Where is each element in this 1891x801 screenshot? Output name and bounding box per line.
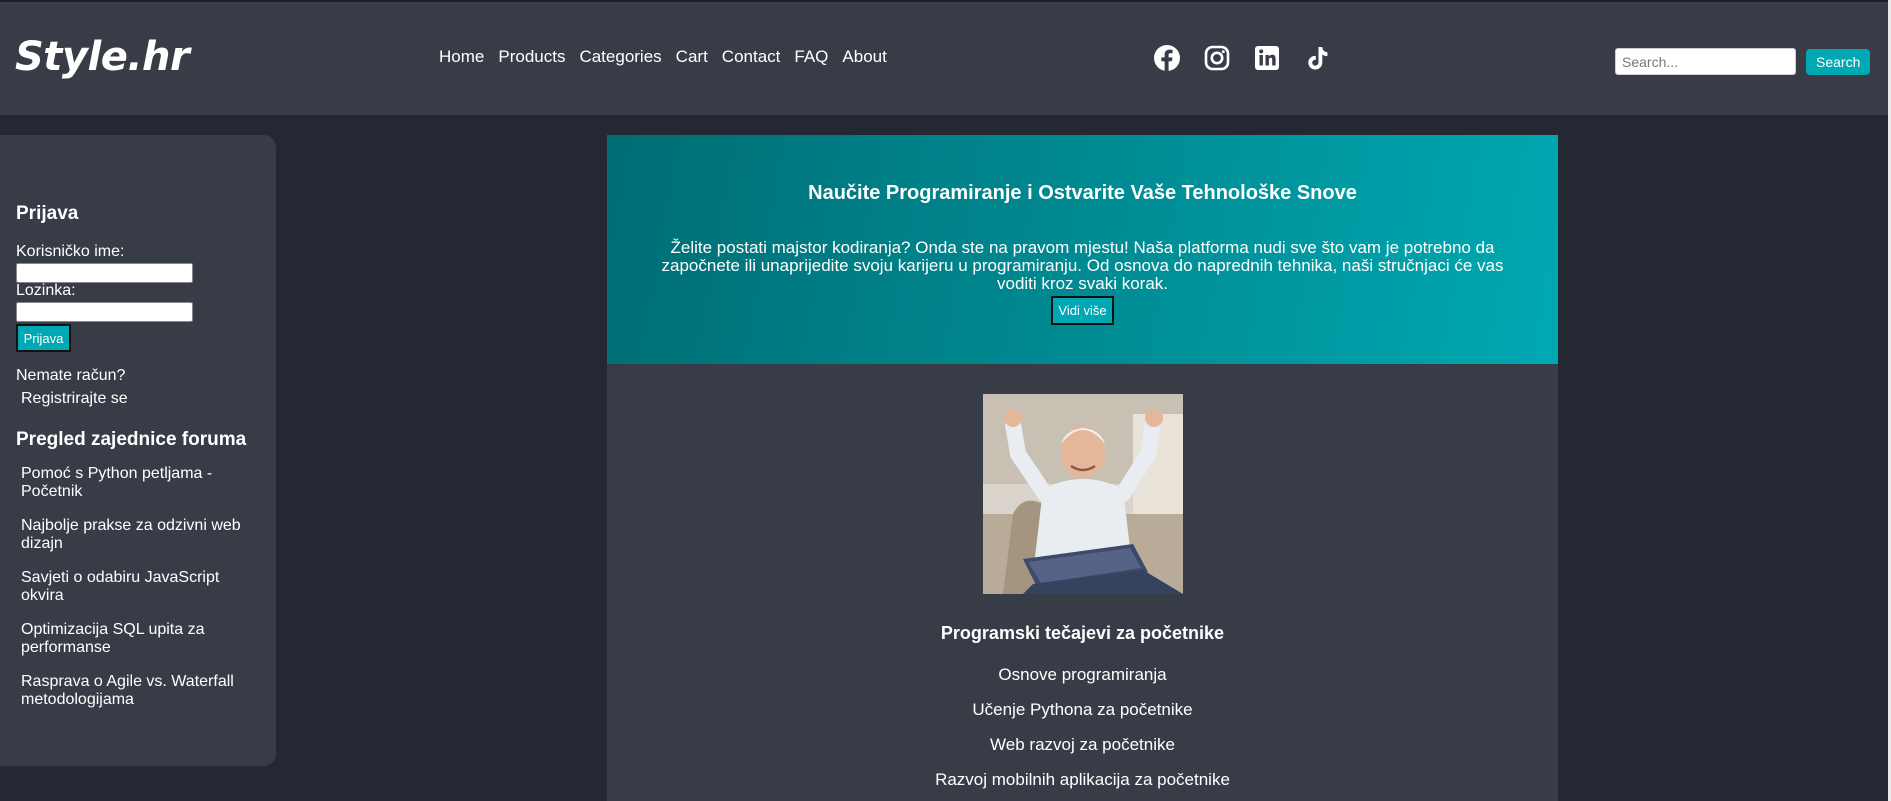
course-item[interactable]: Razvoj mobilnih aplikacija za početnike [607,770,1558,801]
forum-item[interactable]: Optimizacija SQL upita za performanse [21,621,251,657]
nav-products[interactable]: Products [498,47,565,67]
forum-item[interactable]: Pomoć s Python petljama - Početnik [21,465,251,501]
nav-faq[interactable]: FAQ [794,47,828,67]
course-item[interactable]: Web razvoj za početnike [607,735,1558,770]
search-button[interactable]: Search [1806,48,1871,75]
forum-item[interactable]: Savjeti o odabiru JavaScript okvira [21,569,251,605]
register-link[interactable]: Registrirajte se [21,390,128,408]
facebook-icon[interactable] [1153,44,1181,72]
login-button[interactable]: Prijava [16,324,71,352]
forum-item[interactable]: Najbolje prakse za odzivni web dizajn [21,517,251,553]
forum-title: Pregled zajednice foruma [16,429,247,450]
hero-title: Naučite Programiranje i Ostvarite Vaše T… [808,182,1357,204]
password-label: Lozinka: [16,282,76,299]
courses-list: Osnove programiranja Učenje Pythona za p… [607,665,1558,801]
nav-categories[interactable]: Categories [579,47,661,67]
course-image [983,394,1183,594]
search-bar: Search [1615,48,1871,75]
site-logo[interactable]: Style.hr [15,34,190,80]
forum-item[interactable]: Rasprava o Agile vs. Waterfall metodolog… [21,673,251,709]
course-item[interactable]: Učenje Pythona za početnike [607,700,1558,735]
nav-about[interactable]: About [842,47,886,67]
hero-banner: Naučite Programiranje i Ostvarite Vaše T… [607,135,1558,364]
search-input[interactable] [1615,48,1796,75]
login-title: Prijava [16,203,79,224]
site-header: Style.hr Home Products Categories Cart C… [0,2,1891,115]
no-account-text: Nemate račun? [16,367,126,384]
linkedin-icon[interactable] [1253,44,1281,72]
sidebar: Prijava Korisničko ime: Lozinka: Prijava… [0,135,276,766]
nav-cart[interactable]: Cart [676,47,708,67]
social-links [1153,44,1353,72]
man-with-laptop-illustration [983,394,1183,594]
nav-contact[interactable]: Contact [722,47,781,67]
username-label: Korisničko ime: [16,243,125,260]
hero-text: Želite postati majstor kodiranja? Onda s… [661,238,1504,293]
username-field[interactable] [16,263,193,283]
forum-list: Pomoć s Python petljama - Početnik Najbo… [21,465,251,725]
main-nav: Home Products Categories Cart Contact FA… [439,47,901,67]
courses-title: Programski tečajevi za početnike [940,623,1225,643]
main-content: Naučite Programiranje i Ostvarite Vaše T… [607,135,1558,801]
nav-home[interactable]: Home [439,47,484,67]
course-item[interactable]: Osnove programiranja [607,665,1558,700]
tiktok-icon[interactable] [1303,44,1331,72]
password-field[interactable] [16,302,193,322]
instagram-icon[interactable] [1203,44,1231,72]
see-more-button[interactable]: Vidi više [1051,296,1114,325]
